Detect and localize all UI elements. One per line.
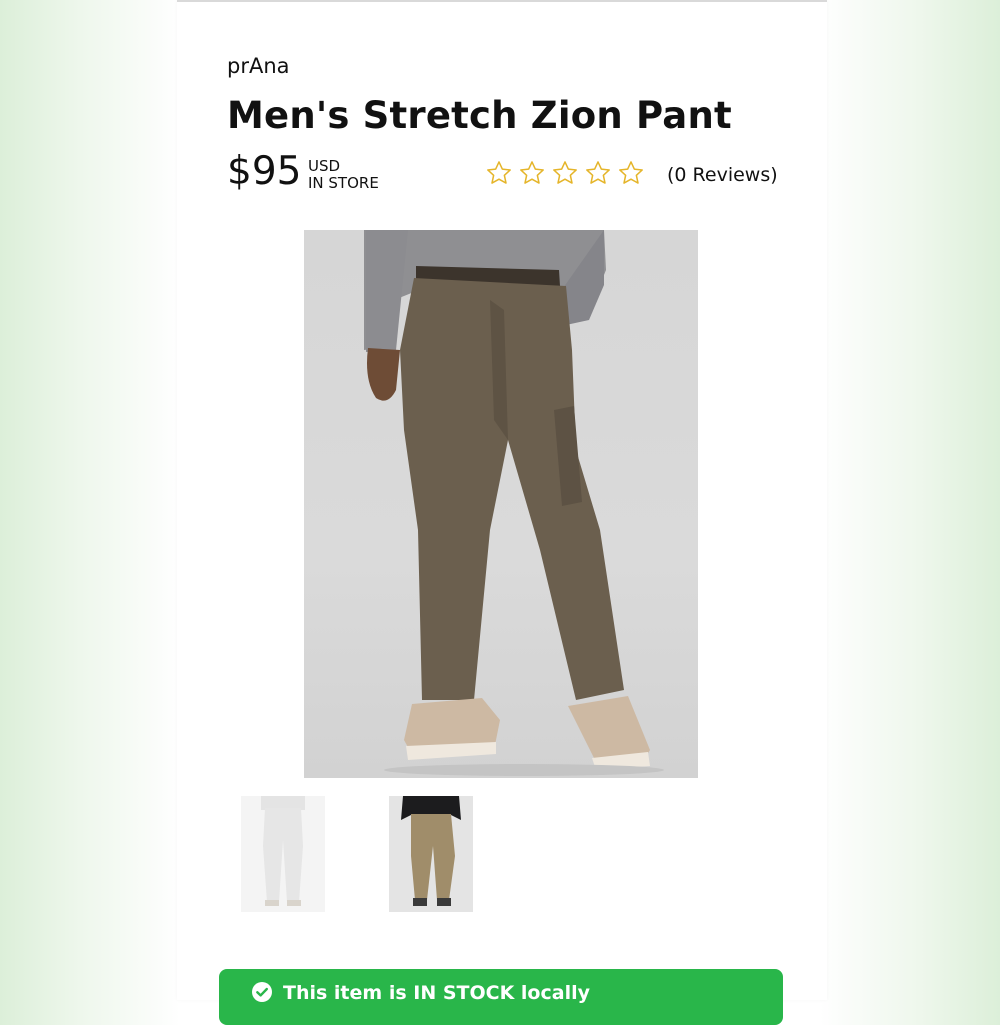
stock-status-text: This item is IN STOCK locally bbox=[283, 982, 590, 1004]
star-icon bbox=[518, 159, 546, 187]
white-pants-thumbnail-image bbox=[261, 796, 305, 906]
thumbnail-khaki-pants[interactable] bbox=[389, 796, 473, 912]
khaki-pants-thumbnail-image bbox=[389, 796, 473, 912]
rating-stars[interactable] bbox=[485, 159, 645, 187]
star-icon bbox=[617, 159, 645, 187]
brand-name[interactable]: prAna bbox=[227, 54, 290, 78]
star-icon bbox=[551, 159, 579, 187]
product-price: $95 bbox=[227, 149, 302, 194]
pants-model-illustration bbox=[364, 230, 664, 776]
currency-label: USD bbox=[308, 157, 341, 175]
stock-banner: This item is IN STOCK locally bbox=[219, 969, 783, 1025]
main-product-image[interactable] bbox=[304, 230, 698, 778]
availability-label: IN STORE bbox=[308, 174, 379, 192]
thumbnail-white-pants[interactable] bbox=[241, 796, 325, 912]
price-meta: USD IN STORE bbox=[308, 158, 379, 192]
product-card: prAna Men's Stretch Zion Pant $95 USD IN… bbox=[177, 0, 827, 1025]
product-title: Men's Stretch Zion Pant bbox=[227, 94, 732, 137]
star-icon bbox=[485, 159, 513, 187]
reviews-link[interactable]: (0 Reviews) bbox=[667, 164, 778, 186]
star-icon bbox=[584, 159, 612, 187]
